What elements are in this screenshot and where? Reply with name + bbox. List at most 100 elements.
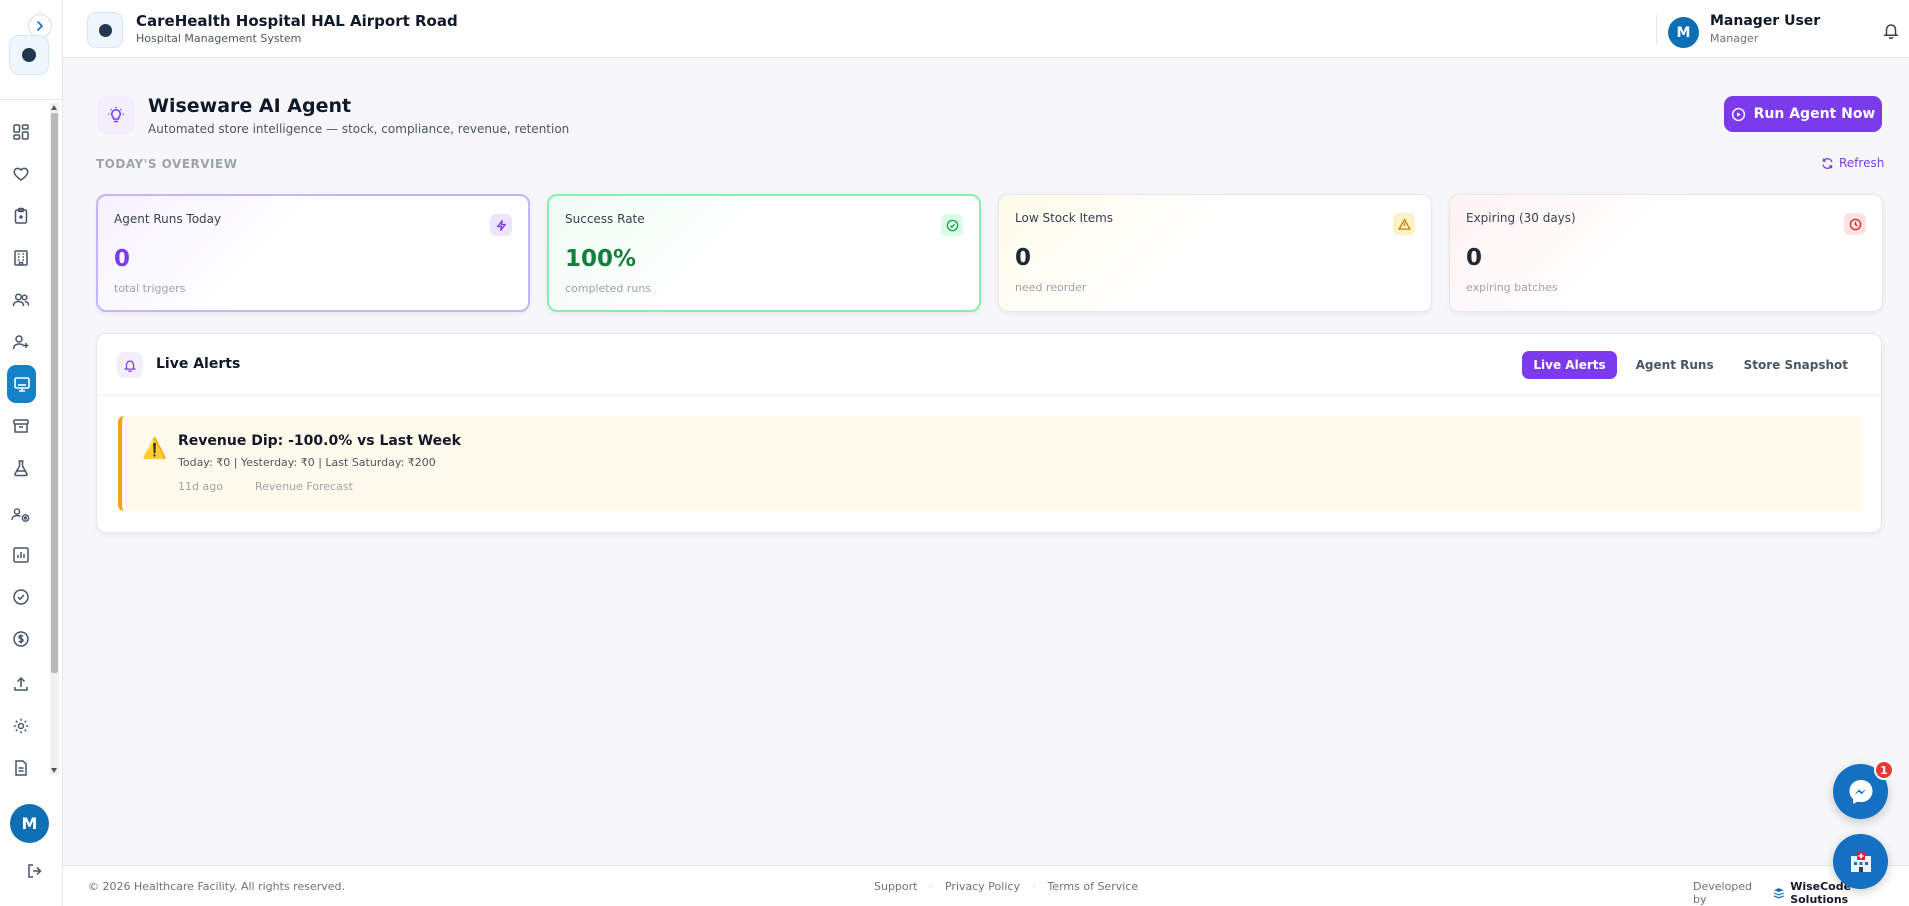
tab-store-snapshot[interactable]: Store Snapshot bbox=[1733, 351, 1859, 379]
sidebar: M bbox=[0, 0, 63, 906]
alert-item[interactable]: ⚠️ Revenue Dip: -100.0% vs Last Week Tod… bbox=[118, 416, 1862, 511]
scroll-down-arrow-icon[interactable] bbox=[51, 768, 57, 773]
scrollbar-thumb[interactable] bbox=[51, 113, 58, 673]
upload-icon bbox=[14, 676, 28, 691]
check-circle-icon bbox=[941, 214, 963, 236]
stat-card-low-stock: Low Stock Items 0 need reorder bbox=[998, 194, 1432, 312]
live-alerts-panel: Live Alerts Live Alerts Agent Runs Store… bbox=[96, 333, 1882, 533]
sidebar-item-billing[interactable] bbox=[8, 626, 34, 652]
header-logo[interactable] bbox=[87, 12, 123, 48]
page-subtitle: Automated store intelligence — stock, co… bbox=[148, 122, 570, 136]
refresh-label: Refresh bbox=[1839, 156, 1885, 170]
footer-link-privacy[interactable]: Privacy Policy bbox=[945, 880, 1020, 893]
footer-separator: · bbox=[929, 880, 933, 893]
sidebar-item-reports[interactable] bbox=[8, 542, 34, 568]
users-settings-icon bbox=[11, 508, 30, 522]
document-icon bbox=[15, 760, 27, 776]
sidebar-item-settings[interactable] bbox=[8, 713, 34, 739]
sidebar-avatar[interactable]: M bbox=[10, 804, 49, 843]
stat-note: need reorder bbox=[1015, 281, 1087, 294]
sidebar-item-upload[interactable] bbox=[8, 671, 34, 697]
refresh-button[interactable]: Refresh bbox=[1821, 156, 1884, 170]
sidebar-item-ai-agent[interactable] bbox=[7, 365, 36, 403]
logo-mark-icon bbox=[98, 23, 112, 37]
developer-credit: Developed by WiseCode Solutions bbox=[1693, 880, 1909, 906]
stat-value: 100% bbox=[565, 246, 637, 272]
bell-icon bbox=[117, 352, 143, 378]
bell-icon bbox=[1883, 24, 1899, 39]
stat-value: 0 bbox=[1015, 245, 1032, 271]
sidebar-item-health[interactable] bbox=[8, 161, 34, 187]
warning-icon: ⚠️ bbox=[142, 436, 167, 460]
footer-link-support[interactable]: Support bbox=[874, 880, 917, 893]
user-avatar[interactable]: M bbox=[1668, 17, 1699, 48]
sidebar-divider bbox=[0, 99, 63, 100]
sidebar-scrollbar[interactable] bbox=[50, 103, 59, 775]
chevron-right-icon bbox=[37, 21, 43, 31]
system-subtitle: Hospital Management System bbox=[136, 32, 302, 45]
hospital-logo[interactable] bbox=[9, 35, 49, 75]
footer-link-terms[interactable]: Terms of Service bbox=[1047, 880, 1138, 893]
gear-icon bbox=[13, 718, 29, 734]
page-footer: © 2026 Healthcare Facility. All rights r… bbox=[63, 865, 1909, 906]
sidebar-item-store[interactable] bbox=[8, 413, 34, 439]
agent-icon-badge bbox=[97, 96, 135, 134]
section-label: TODAY'S OVERVIEW bbox=[96, 157, 238, 171]
footer-links: Support · Privacy Policy · Terms of Serv… bbox=[874, 880, 1138, 893]
check-circle-icon bbox=[13, 589, 29, 605]
wisecode-logo-icon bbox=[1773, 888, 1784, 899]
logout-icon bbox=[28, 864, 42, 878]
panel-tabs: Live Alerts Agent Runs Store Snapshot bbox=[1522, 351, 1859, 379]
hospital-name: CareHealth Hospital HAL Airport Road bbox=[136, 12, 458, 30]
scroll-up-arrow-icon[interactable] bbox=[51, 105, 57, 110]
panel-header: Live Alerts Live Alerts Agent Runs Store… bbox=[97, 334, 1881, 396]
flask-icon bbox=[14, 460, 28, 477]
footer-separator: · bbox=[1031, 880, 1036, 893]
dollar-circle-icon bbox=[13, 631, 29, 647]
warning-triangle-icon bbox=[1393, 213, 1415, 235]
stat-value: 0 bbox=[1466, 245, 1483, 271]
stat-label: Success Rate bbox=[565, 212, 645, 226]
lightning-icon bbox=[490, 214, 512, 236]
sidebar-logout-button[interactable] bbox=[26, 862, 44, 880]
sidebar-item-patients[interactable] bbox=[8, 329, 34, 355]
sidebar-item-documents[interactable] bbox=[8, 755, 34, 781]
hospital-assistant-button[interactable] bbox=[1833, 834, 1888, 889]
dashboard-grid-icon bbox=[13, 124, 29, 140]
stat-label: Expiring (30 days) bbox=[1466, 211, 1576, 225]
hospital-icon bbox=[1850, 851, 1871, 872]
monitor-icon bbox=[13, 377, 30, 392]
stat-value: 0 bbox=[114, 246, 131, 272]
top-header: CareHealth Hospital HAL Airport Road Hos… bbox=[63, 0, 1909, 58]
sidebar-item-lab[interactable] bbox=[8, 455, 34, 481]
stat-card-agent-runs: Agent Runs Today 0 total triggers bbox=[96, 194, 530, 312]
sidebar-item-staff[interactable] bbox=[8, 287, 34, 313]
refresh-icon bbox=[1822, 157, 1833, 169]
sidebar-item-dashboard[interactable] bbox=[8, 119, 34, 145]
clock-icon bbox=[1844, 213, 1866, 235]
stat-label: Low Stock Items bbox=[1015, 211, 1114, 225]
archive-icon bbox=[13, 419, 29, 433]
sidebar-item-hr[interactable] bbox=[8, 502, 34, 528]
heart-icon bbox=[13, 167, 29, 181]
panel-title: Live Alerts bbox=[156, 356, 241, 372]
sidebar-item-approvals[interactable] bbox=[8, 584, 34, 610]
notifications-button[interactable] bbox=[1882, 21, 1900, 39]
user-name[interactable]: Manager User bbox=[1710, 13, 1820, 29]
alert-detail: Today: ₹0 | Yesterday: ₹0 | Last Saturda… bbox=[178, 456, 436, 469]
tab-live-alerts[interactable]: Live Alerts bbox=[1522, 351, 1617, 379]
alert-source: Revenue Forecast bbox=[255, 480, 353, 493]
logo-mark-icon bbox=[22, 48, 36, 62]
page-title: Wiseware AI Agent bbox=[148, 95, 352, 117]
sidebar-item-clipboard[interactable] bbox=[8, 203, 34, 229]
run-agent-button[interactable]: Run Agent Now bbox=[1724, 96, 1882, 132]
stat-note: total triggers bbox=[114, 282, 186, 295]
developer-prefix: Developed by bbox=[1693, 880, 1753, 906]
stat-note: completed runs bbox=[565, 282, 652, 295]
stat-label: Agent Runs Today bbox=[114, 212, 222, 226]
alert-title: Revenue Dip: -100.0% vs Last Week bbox=[178, 433, 461, 449]
tab-agent-runs[interactable]: Agent Runs bbox=[1625, 351, 1725, 379]
clipboard-icon bbox=[14, 207, 28, 224]
play-circle-icon bbox=[1731, 107, 1745, 121]
sidebar-item-facility[interactable] bbox=[8, 245, 34, 271]
